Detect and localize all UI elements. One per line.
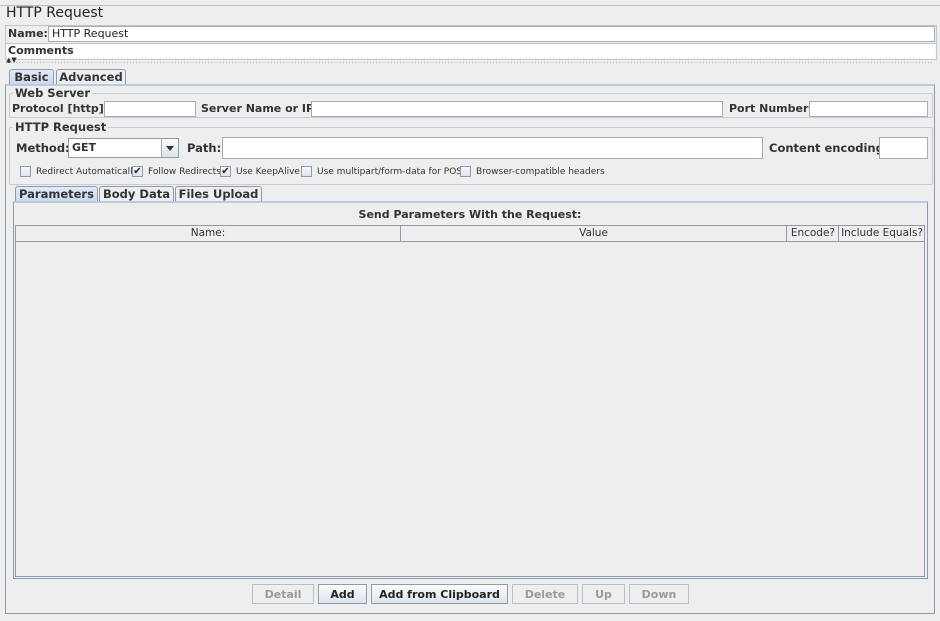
add-from-clipboard-button[interactable]: Add from Clipboard [371,584,508,604]
splitter-handle[interactable] [6,61,934,65]
name-row: Name: HTTP Request [5,25,937,44]
path-input[interactable] [222,137,763,159]
method-dropdown-button[interactable] [161,139,178,157]
panel-title: HTTP Request [6,5,104,21]
up-button[interactable]: Up [582,584,625,604]
checkbox-label: Follow Redirects [148,166,221,177]
comments-row: Comments: [5,44,937,60]
content-encoding-label: Content encoding: [769,141,889,155]
tab-basic[interactable]: Basic [9,69,54,85]
checkbox-label: Use KeepAlive [236,166,300,177]
use-keepalive-checkbox[interactable]: ✔ Use KeepAlive [220,166,300,177]
checkbox-label: Redirect Automatically [36,166,138,177]
column-header-value[interactable]: Value [401,226,787,241]
detail-button[interactable]: Detail [252,584,314,604]
follow-redirects-checkbox[interactable]: ✔ Follow Redirects [132,166,221,177]
checkbox-label: Browser-compatible headers [476,166,605,177]
redirect-automatically-checkbox[interactable]: Redirect Automatically [20,166,138,177]
multipart-checkbox[interactable]: Use multipart/form-data for POST [301,166,468,177]
method-value: GET [72,141,97,154]
delete-button[interactable]: Delete [512,584,578,604]
add-button[interactable]: Add [318,584,367,604]
protocol-label: Protocol [http]: [12,102,109,115]
checkbox-label: Use multipart/form-data for POST [317,166,468,177]
tab-parameters[interactable]: Parameters [15,186,98,202]
server-input[interactable] [311,101,723,117]
path-label: Path: [187,141,222,155]
method-select[interactable]: GET [68,138,179,158]
tab-files-upload[interactable]: Files Upload [175,186,262,202]
check-icon[interactable]: ✔ [132,166,143,177]
method-label: Method: [16,141,70,155]
port-label: Port Number: [729,102,813,115]
web-server-title: Web Server [13,86,93,100]
comments-input[interactable] [74,44,934,58]
name-input[interactable]: HTTP Request [48,26,935,42]
column-header-encode[interactable]: Encode? [787,226,839,241]
browser-compatible-checkbox[interactable]: Browser-compatible headers [460,166,605,177]
params-table-header: Name: Value Encode? Include Equals? [15,225,925,242]
check-icon[interactable]: ✔ [220,166,231,177]
checkbox-box[interactable] [20,166,31,177]
checkbox-box[interactable] [301,166,312,177]
top-border [0,5,940,6]
comments-label: Comments: [8,44,79,57]
protocol-input[interactable] [104,101,196,117]
column-header-include-equals[interactable]: Include Equals? [839,226,926,241]
down-button[interactable]: Down [629,584,689,604]
name-label: Name: [8,27,48,40]
params-table-body[interactable] [15,242,925,577]
http-request-title: HTTP Request [13,120,109,134]
server-label: Server Name or IP: [201,102,319,115]
checkbox-box[interactable] [460,166,471,177]
column-header-name[interactable]: Name: [16,226,401,241]
params-caption: Send Parameters With the Request: [358,208,582,221]
port-input[interactable] [809,101,928,117]
content-encoding-input[interactable] [879,137,928,159]
tab-body-data[interactable]: Body Data [99,186,174,202]
chevron-down-icon [166,146,174,151]
tab-advanced[interactable]: Advanced [56,69,126,85]
